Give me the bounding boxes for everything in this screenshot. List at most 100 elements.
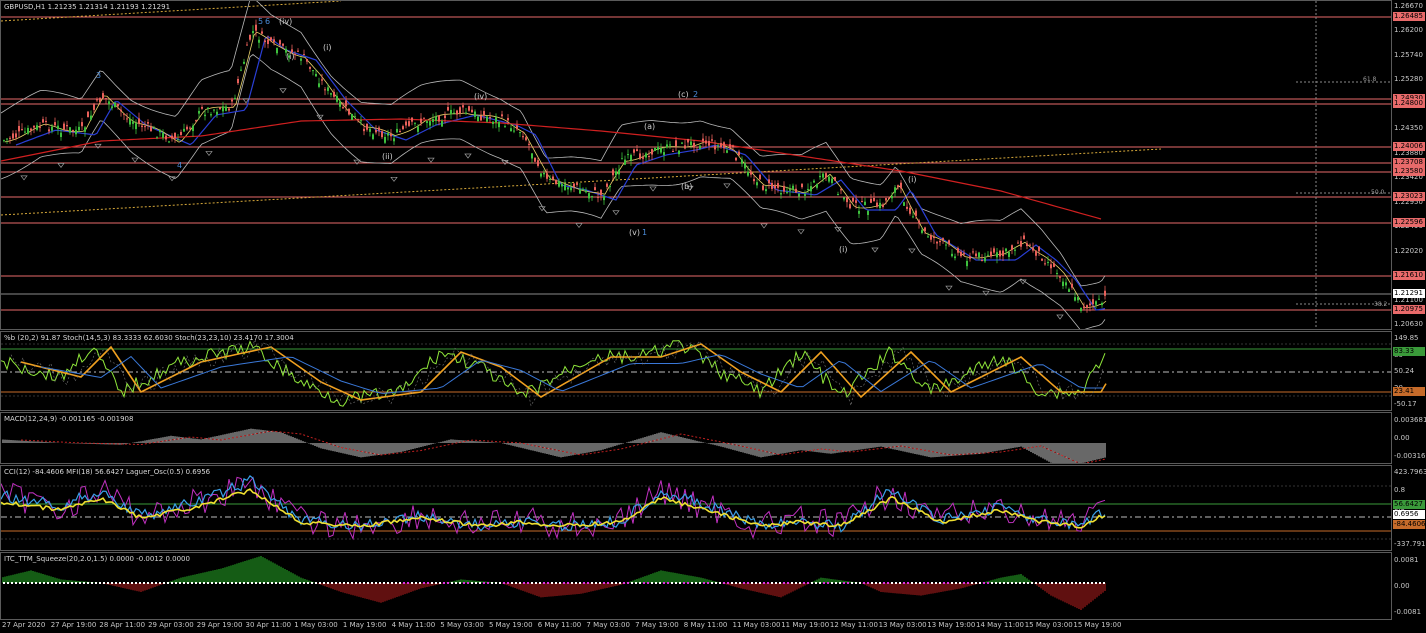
squeeze-dot <box>111 582 113 584</box>
candle <box>522 136 524 138</box>
squeeze-dot <box>811 582 813 584</box>
squeeze-dot <box>1079 582 1081 584</box>
squeeze-dot <box>771 582 773 584</box>
candle <box>507 117 509 121</box>
squeeze-dot <box>931 582 933 584</box>
candle <box>843 197 845 200</box>
squeeze-dot <box>203 582 205 584</box>
candle <box>939 240 941 243</box>
candle <box>549 179 551 181</box>
squeeze-dot <box>991 582 993 584</box>
wave-label: (b) <box>681 182 692 191</box>
candle <box>1041 258 1043 261</box>
price-level-tag: 1.23580 <box>1393 167 1425 176</box>
candle <box>717 145 719 147</box>
squeeze-pane[interactable]: ITC_TTM_Squeeze(20,2.0,1.5) 0.0000 -0.00… <box>0 552 1392 620</box>
candle <box>150 126 152 132</box>
signal-marker <box>760 223 768 229</box>
candle <box>519 132 521 134</box>
price-level-tag: 1.23023 <box>1393 192 1425 201</box>
candle <box>369 128 371 132</box>
squeeze-chart <box>2 556 1106 610</box>
time-axis-label: 1 May 19:00 <box>342 621 387 629</box>
candle <box>933 236 935 238</box>
squeeze-dot <box>951 582 953 584</box>
moving-average-blue <box>15 35 1106 311</box>
candle <box>255 24 257 31</box>
candle <box>159 130 161 133</box>
candle <box>1065 282 1067 286</box>
candle <box>954 256 956 259</box>
candle <box>1017 242 1019 244</box>
squeeze-dot <box>623 582 625 584</box>
candle <box>1005 248 1007 252</box>
squeeze-dot <box>827 582 829 584</box>
candle <box>1029 244 1031 246</box>
candle <box>1095 301 1097 305</box>
squeeze-dot <box>927 582 929 584</box>
time-axis-label: 4 May 11:00 <box>391 621 436 629</box>
candle <box>102 93 104 99</box>
squeeze-dot <box>75 582 77 584</box>
candle <box>93 104 95 110</box>
candle <box>123 113 125 115</box>
candle <box>360 120 362 122</box>
candle <box>171 135 173 139</box>
squeeze-dot <box>963 582 965 584</box>
candle <box>1071 283 1073 288</box>
candle <box>1047 261 1049 263</box>
wave-label: (ii) <box>382 152 393 161</box>
squeeze-dot <box>451 582 453 584</box>
candle <box>432 119 434 123</box>
squeeze-dot <box>935 582 937 584</box>
squeeze-dot <box>223 582 225 584</box>
price-chart-pane[interactable]: GBPUSD,H1 1.21235 1.21314 1.21193 1.2129… <box>0 0 1392 330</box>
price-level-tag: 1.21610 <box>1393 271 1425 280</box>
squeeze-dot <box>371 582 373 584</box>
candle <box>303 54 305 56</box>
candle <box>21 129 23 131</box>
squeeze-dot <box>751 582 753 584</box>
squeeze-dot <box>695 582 697 584</box>
signal-marker <box>575 223 583 229</box>
stochastic-long-line <box>40 354 1103 394</box>
squeeze-dot <box>1087 582 1089 584</box>
stochastic-pane[interactable]: %b (20,2) 91.87 Stoch(14,5,3) 83.3333 62… <box>0 331 1392 411</box>
candle <box>162 132 164 138</box>
candle <box>141 125 143 127</box>
candle <box>894 187 896 193</box>
squeeze-dot <box>947 582 949 584</box>
candle <box>567 187 569 190</box>
squeeze-dot <box>747 582 749 584</box>
macd-pane[interactable]: MACD(12,24,9) -0.001165 -0.001908 <box>0 412 1392 464</box>
candle <box>1098 298 1100 300</box>
candle <box>204 114 206 117</box>
squeeze-dot <box>731 582 733 584</box>
cci-mfi-pane[interactable]: CCI(12) -84.4606 MFI(18) 56.6427 Laguer_… <box>0 465 1392 551</box>
candle <box>69 127 71 133</box>
candle <box>702 138 704 142</box>
price-chart[interactable]: 61.8 50.0 38.2 5 6 (iv) (i) (i) 3 4 (ii) (iv) (a) (c)… <box>1 1 1392 330</box>
candle <box>909 207 911 214</box>
candle <box>399 130 401 132</box>
squeeze-dot <box>1003 582 1005 584</box>
time-axis-label: 27 Apr 19:00 <box>50 621 97 629</box>
signal-marker <box>612 210 620 216</box>
squeeze-dot <box>847 582 849 584</box>
candle <box>1086 305 1088 309</box>
squeeze-dot <box>475 582 477 584</box>
candle <box>51 126 53 131</box>
squeeze-dot <box>239 582 241 584</box>
squeeze-dot <box>547 582 549 584</box>
squeeze-dot <box>515 582 517 584</box>
candle <box>813 180 815 183</box>
trendline <box>1 148 1162 216</box>
squeeze-dot <box>139 582 141 584</box>
candle <box>684 145 686 149</box>
squeeze-dot <box>1047 582 1049 584</box>
candle <box>660 148 662 153</box>
squeeze-dot <box>955 582 957 584</box>
candle <box>780 193 782 195</box>
squeeze-dot <box>283 582 285 584</box>
squeeze-dot <box>1031 582 1033 584</box>
